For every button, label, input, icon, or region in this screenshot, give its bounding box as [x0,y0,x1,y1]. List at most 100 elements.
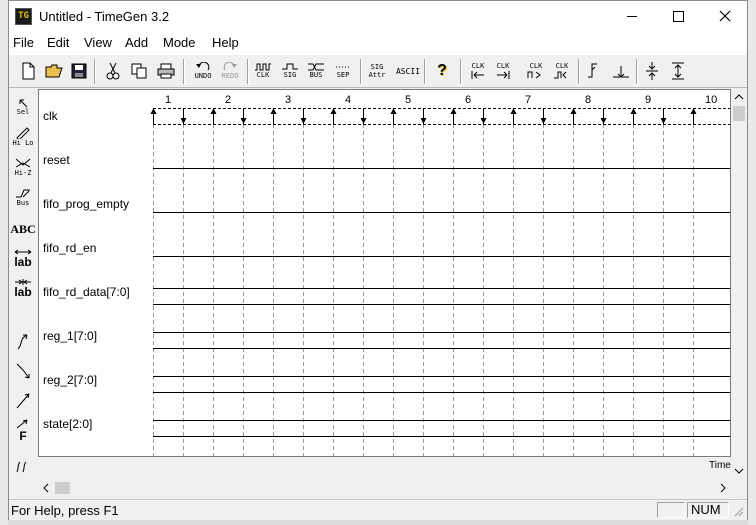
falling-edge-icon [613,66,629,78]
scissors-icon [106,62,120,80]
arrow-right-bar-icon [497,71,510,79]
undo-button[interactable]: UNDO [191,58,215,84]
copy-button[interactable] [127,58,151,84]
select-arrow-icon [19,99,28,108]
vertical-scroll-thumb[interactable] [733,106,745,121]
signal-name[interactable]: reg_1[7:0] [43,329,97,343]
rising-edge-button[interactable] [584,58,608,84]
bus-label: BUS [309,71,323,79]
signal-name[interactable]: reset [43,153,70,167]
label-tool[interactable]: lab [11,245,35,273]
clock-wave-icon [255,63,271,71]
clock-left-button[interactable]: CLK [466,58,490,84]
scroll-up-icon[interactable] [731,89,747,105]
toolbar-separator [424,59,426,84]
close-button[interactable] [701,1,747,32]
hiz-label: Hi-Z [14,169,32,177]
clk-label: CLK [256,71,270,79]
signal-name[interactable]: fifo_rd_data[7:0] [43,285,130,299]
print-button[interactable] [154,58,178,84]
scroll-right-icon[interactable] [715,479,731,497]
clock-number: 3 [285,94,291,106]
add-separator-button[interactable]: SEP [331,58,355,84]
clock-number: 8 [585,94,591,106]
minimize-icon [627,16,637,17]
cut-button[interactable] [101,58,125,84]
horizontal-scrollbar[interactable] [38,479,731,497]
resize-grip-icon[interactable] [731,504,745,518]
menu-help[interactable]: Help [212,35,239,50]
help-button[interactable]: ? [430,58,454,84]
clock-right-button[interactable]: CLK [491,58,515,84]
menu-mode-label: Mode [163,35,196,50]
delete-time-button[interactable] [666,58,690,84]
vertical-scrollbar[interactable] [731,89,747,479]
falling-edge-arrow [540,118,547,124]
signal-name[interactable]: clk [43,109,58,123]
new-button[interactable] [16,58,40,84]
falling-edge-button[interactable] [609,58,633,84]
f-label: F [19,429,27,443]
free-arrow-icon [16,419,28,429]
background-right [748,0,756,525]
signal-name[interactable]: state[2:0] [43,417,92,431]
clock-shrink-button[interactable]: CLK [524,58,548,84]
falling-edge-arrow [600,118,607,124]
scroll-down-icon[interactable] [731,463,747,479]
background-left [0,0,8,525]
signal-name[interactable]: fifo_rd_en [43,241,96,255]
insert-time-button[interactable] [640,58,664,84]
free-arrow-tool[interactable]: F [11,417,35,445]
bend-arrow-tool[interactable] [11,357,35,385]
clock-expand-icon [554,71,567,79]
text-tool[interactable]: ABC [10,215,36,243]
break-tool[interactable] [11,453,35,481]
curve-arrow-icon [17,334,28,350]
timegen-app-icon[interactable]: TG [15,8,32,25]
undo-arrow-icon [196,62,210,71]
signal-name[interactable]: reg_2[7:0] [43,373,97,387]
undo-label: UNDO [194,72,212,80]
hilo-tool[interactable]: Hi Lo [11,123,35,151]
select-tool[interactable]: Sel [11,93,35,121]
copy-icon [131,63,147,79]
falling-edge-arrow [300,118,307,124]
menu-help-label: Help [212,35,239,50]
menu-file[interactable]: File [13,35,34,50]
hiz-tool[interactable]: Hi-Z [11,153,35,181]
ascii-button[interactable]: ASCII [396,58,420,84]
arrow-left-bar-icon [471,71,484,79]
open-button[interactable] [42,58,66,84]
scroll-left-icon[interactable] [38,479,54,497]
waveform-area[interactable]: 1 2 3 4 5 6 7 8 9 10 [39,90,731,457]
line-arrow-tool[interactable] [11,387,35,415]
menu-view[interactable]: View [84,35,112,50]
bus-tool[interactable]: Bus [11,183,35,211]
signal-name[interactable]: fifo_prog_empty [43,197,129,211]
clock-expand-button[interactable]: CLK [550,58,574,84]
separator-dots-icon [336,66,350,68]
add-clock-button[interactable]: CLK [251,58,275,84]
line-arrow-icon [16,393,30,409]
menu-mode[interactable]: Mode [163,35,196,50]
redo-arrow-icon [223,62,237,71]
bus-tool-label: Bus [16,199,30,207]
timing-canvas[interactable]: 1 2 3 4 5 6 7 8 9 10 clk reset fifo_prog_empty fifo_… [38,89,731,457]
save-button[interactable] [67,58,91,84]
clock-number: 10 [705,94,717,106]
label-tool-2[interactable]: lab [11,275,35,303]
horizontal-scroll-thumb[interactable] [55,482,70,494]
maximize-button[interactable] [655,1,701,32]
curve-arrow-tool[interactable] [11,327,35,355]
minimize-button[interactable] [609,1,655,32]
signal-attributes-button[interactable]: SIG Attr [365,58,389,84]
falling-edge-arrow [180,118,187,124]
add-bus-button[interactable]: BUS [304,58,328,84]
clock-number: 5 [405,94,411,106]
bus-wave-icon [308,63,324,71]
abc-text-icon: ABC [10,221,36,236]
redo-button[interactable]: REDO [218,58,242,84]
menu-edit[interactable]: Edit [47,35,69,50]
add-signal-button[interactable]: SIG [278,58,302,84]
menu-add[interactable]: Add [125,35,148,50]
